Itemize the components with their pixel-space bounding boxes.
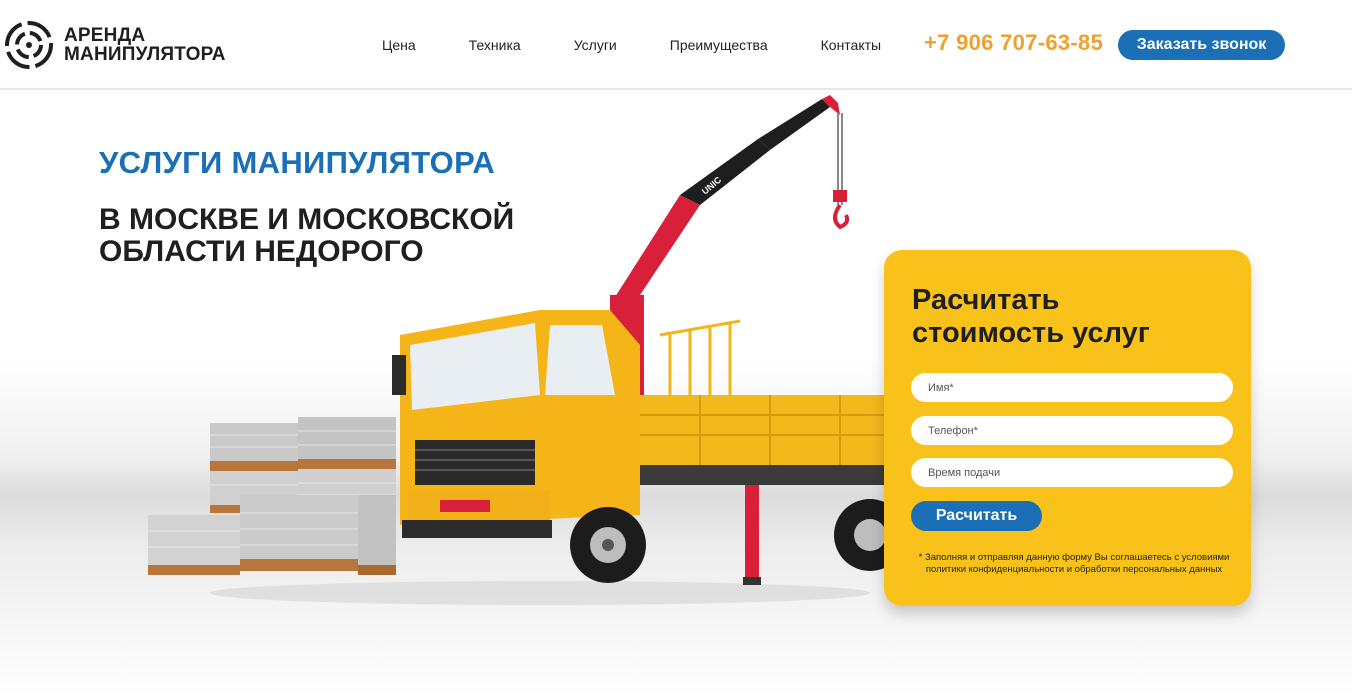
pallet-stack-front bbox=[148, 495, 396, 575]
site-header: АРЕНДА МАНИПУЛЯТОРА Цена Техника Услуги … bbox=[0, 0, 1352, 90]
logo[interactable]: АРЕНДА МАНИПУЛЯТОРА bbox=[4, 20, 226, 70]
logo-text: АРЕНДА МАНИПУЛЯТОРА bbox=[64, 26, 226, 64]
phone-number[interactable]: +7 906 707-63-85 bbox=[924, 30, 1103, 56]
nav-item-equipment[interactable]: Техника bbox=[469, 36, 521, 54]
calculate-cost-form: Расчитать стоимость услуг Расчитать * За… bbox=[884, 250, 1251, 606]
delivery-time-field[interactable] bbox=[911, 458, 1233, 487]
logo-line-1: АРЕНДА bbox=[64, 25, 146, 46]
calculate-button[interactable]: Расчитать bbox=[911, 501, 1042, 531]
form-title: Расчитать стоимость услуг bbox=[912, 284, 1150, 349]
crane-truck-image: UNIC bbox=[148, 95, 900, 605]
truck-cab bbox=[392, 310, 640, 538]
name-field[interactable] bbox=[911, 373, 1233, 402]
phone-field[interactable] bbox=[911, 416, 1233, 445]
truck-wheels bbox=[570, 499, 900, 583]
nav-item-advantages[interactable]: Преимущества bbox=[670, 36, 768, 54]
truck-bed bbox=[640, 319, 890, 485]
logo-icon bbox=[5, 21, 53, 69]
order-call-button[interactable]: Заказать звонок bbox=[1118, 30, 1285, 60]
main-nav: Цена Техника Услуги Преимущества Контакт… bbox=[382, 36, 934, 54]
nav-item-price[interactable]: Цена bbox=[382, 36, 416, 54]
logo-line-2: МАНИПУЛЯТОРА bbox=[64, 44, 226, 65]
nav-item-services[interactable]: Услуги bbox=[574, 36, 617, 54]
nav-item-contacts[interactable]: Контакты bbox=[821, 36, 881, 54]
privacy-disclaimer: * Заполняя и отправляя данную форму Вы с… bbox=[918, 552, 1230, 575]
